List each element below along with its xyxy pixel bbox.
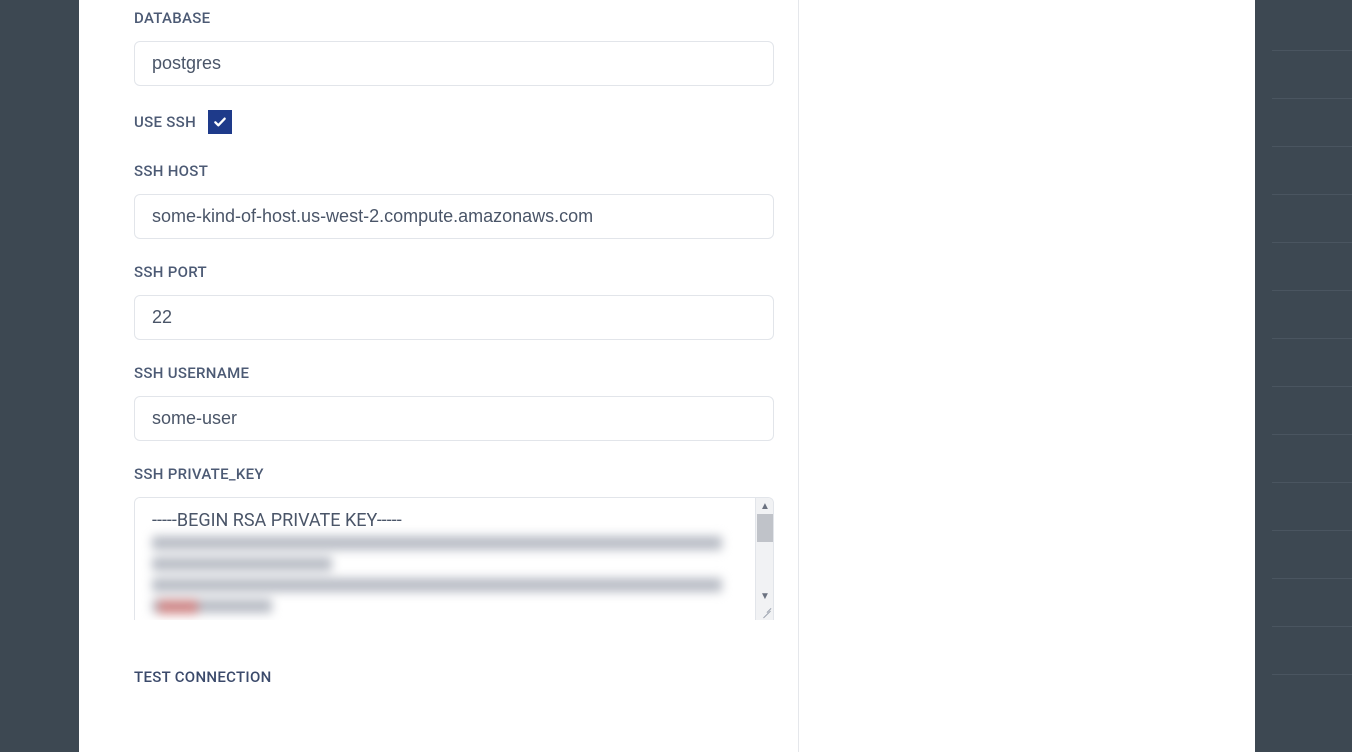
ssh-port-label: SSH PORT: [134, 263, 773, 281]
ssh-host-label: SSH HOST: [134, 162, 773, 180]
ssh-private-key-textarea[interactable]: [135, 498, 733, 620]
check-icon: [212, 114, 228, 130]
scroll-up-icon[interactable]: ▲: [756, 498, 774, 514]
ssh-private-key-wrap: ▲ ▼: [134, 497, 774, 620]
connection-form: DATABASE USE SSH SSH HOST SSH PORT SSH U…: [79, 0, 799, 752]
ssh-private-key-field-group: SSH PRIVATE_KEY ▲ ▼: [134, 465, 773, 620]
settings-panel: DATABASE USE SSH SSH HOST SSH PORT SSH U…: [79, 0, 1255, 752]
textarea-scrollbar[interactable]: ▲ ▼: [755, 498, 773, 620]
ssh-username-field-group: SSH USERNAME: [134, 364, 773, 441]
ssh-username-input[interactable]: [134, 396, 774, 441]
right-panel: [799, 0, 1255, 752]
use-ssh-label: USE SSH: [134, 113, 196, 131]
ssh-private-key-label: SSH PRIVATE_KEY: [134, 465, 773, 483]
background-rows: [1272, 0, 1352, 752]
use-ssh-checkbox[interactable]: [208, 110, 232, 134]
use-ssh-row: USE SSH: [134, 110, 773, 134]
database-field-group: DATABASE: [134, 9, 773, 86]
ssh-host-field-group: SSH HOST: [134, 162, 773, 239]
ssh-port-field-group: SSH PORT: [134, 263, 773, 340]
ssh-username-label: SSH USERNAME: [134, 364, 773, 382]
test-connection-button[interactable]: TEST CONNECTION: [134, 668, 272, 686]
ssh-port-input[interactable]: [134, 295, 774, 340]
scroll-down-icon[interactable]: ▼: [756, 588, 774, 604]
resize-grip-icon[interactable]: [757, 604, 771, 618]
database-input[interactable]: [134, 41, 774, 86]
database-label: DATABASE: [134, 9, 773, 27]
ssh-host-input[interactable]: [134, 194, 774, 239]
scroll-thumb[interactable]: [757, 514, 773, 542]
